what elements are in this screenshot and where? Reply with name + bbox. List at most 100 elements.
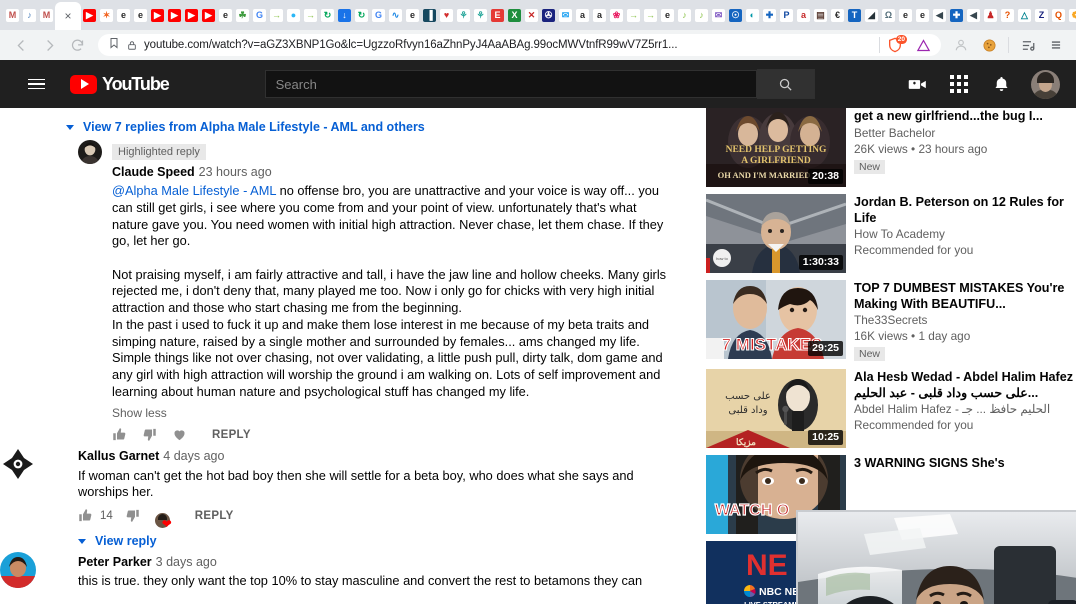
tab-person[interactable]: ♟: [982, 3, 999, 27]
playlist-icon[interactable]: [1016, 33, 1040, 57]
sidebar-video-jordan-peterson[interactable]: how to 1:30:33 Jordan B. Peterson on 12 Ru…: [706, 194, 1076, 280]
show-less-button[interactable]: Show less: [112, 406, 676, 420]
hamburger-menu-icon[interactable]: [16, 64, 56, 104]
tab-teal1[interactable]: ⚘: [455, 3, 472, 27]
tab-plus[interactable]: ✚: [761, 3, 778, 27]
thumbs-down-icon[interactable]: [142, 427, 172, 442]
video-channel-name[interactable]: Better Bachelor: [854, 125, 1076, 141]
commenter-avatar[interactable]: [0, 552, 36, 589]
forward-arrow-icon[interactable]: [36, 32, 62, 58]
tab-e2[interactable]: e: [132, 3, 149, 27]
comment-author[interactable]: Kallus Garnet: [78, 449, 159, 463]
tab-green[interactable]: ☘: [234, 3, 251, 27]
commenter-avatar[interactable]: [0, 446, 36, 483]
tab-arrow1[interactable]: →: [268, 3, 285, 27]
tab-arrow2[interactable]: →: [302, 3, 319, 27]
tab-blue2[interactable]: ☉: [727, 3, 744, 27]
sidebar-video-better-bachelor[interactable]: NEED HELP GETTING A GIRLFRIEND OH AND I'M …: [706, 108, 1076, 194]
tab-yt2[interactable]: ▶: [149, 3, 166, 27]
tab-music[interactable]: ♪: [21, 3, 38, 27]
sidebar-video-abdel-halim-hafez[interactable]: على حسب وداد قلبى مزيكا 10:25 Ala Hesb Wedad…: [706, 369, 1076, 455]
tab-a1[interactable]: a: [574, 3, 591, 27]
tab-note1[interactable]: ♪: [676, 3, 693, 27]
extension-cookie-icon[interactable]: [977, 33, 1001, 57]
commenter-avatar[interactable]: [78, 140, 102, 164]
tab-z[interactable]: Z: [1033, 3, 1050, 27]
tab-wave[interactable]: ∿: [387, 3, 404, 27]
reload-icon[interactable]: [64, 32, 90, 58]
tab-euro[interactable]: €: [829, 3, 846, 27]
tab-close-icon[interactable]: ×: [64, 10, 71, 22]
tab-yt3[interactable]: ▶: [166, 3, 183, 27]
tab-red1[interactable]: ♥: [438, 3, 455, 27]
tab-chart[interactable]: ▐: [421, 3, 438, 27]
video-thumbnail[interactable]: على حسب وداد قلبى مزيكا 10:25: [706, 369, 846, 448]
view-reply-link[interactable]: View reply: [78, 534, 676, 548]
address-bar[interactable]: youtube.com/watch?v=aGZ3XBNP1Go&lc=Ugzzo…: [98, 34, 941, 56]
tab-circ[interactable]: ◐: [744, 3, 761, 27]
tab-orange[interactable]: ✶: [98, 3, 115, 27]
view-replies-link[interactable]: View 7 replies from Alpha Male Lifestyle…: [0, 118, 706, 136]
tab-ar1[interactable]: →: [625, 3, 642, 27]
tab-m2[interactable]: M: [38, 3, 55, 27]
tab-redsq[interactable]: E: [489, 3, 506, 27]
video-title[interactable]: get a new girlfriend...the bug I...: [854, 109, 1076, 125]
heart-icon[interactable]: [172, 427, 202, 442]
thumbs-up-icon[interactable]: [112, 427, 142, 442]
tab-yt1[interactable]: ▶: [81, 3, 98, 27]
comment-mention-link[interactable]: @Alpha Male Lifestyle - AML: [112, 183, 276, 198]
brave-shields-icon[interactable]: 20: [887, 35, 907, 53]
tab-m1[interactable]: M: [4, 3, 21, 27]
video-thumbnail[interactable]: how to 1:30:33: [706, 194, 846, 273]
tab-navy[interactable]: ✇: [540, 3, 557, 27]
tab-cycle1[interactable]: ↻: [319, 3, 336, 27]
tab-drop[interactable]: ●: [285, 3, 302, 27]
youtube-logo[interactable]: YouTube: [70, 74, 170, 95]
tab-p[interactable]: P: [778, 3, 795, 27]
video-title[interactable]: Ala Hesb Wedad - Abdel Halim Hafez على ح…: [854, 370, 1076, 401]
search-button[interactable]: [756, 69, 815, 99]
thumbs-down-icon[interactable]: [125, 508, 155, 523]
comment-timestamp[interactable]: 4 days ago: [163, 449, 224, 463]
tab-yt5[interactable]: ▶: [200, 3, 217, 27]
back-arrow-icon[interactable]: [8, 32, 34, 58]
comment-author[interactable]: Claude Speed: [112, 165, 195, 179]
tab-q2[interactable]: ?: [999, 3, 1016, 27]
tab-yt4[interactable]: ▶: [183, 3, 200, 27]
tab-e6[interactable]: e: [897, 3, 914, 27]
tab-q1[interactable]: ✉: [710, 3, 727, 27]
tab-leaf1[interactable]: ❀: [608, 3, 625, 27]
tab-note2[interactable]: ♪: [693, 3, 710, 27]
tab-cycle2[interactable]: ↻: [353, 3, 370, 27]
account-avatar[interactable]: [1031, 69, 1060, 99]
profile-icon[interactable]: [949, 33, 973, 57]
create-video-icon[interactable]: [905, 72, 929, 96]
tab-e5[interactable]: e: [659, 3, 676, 27]
tab-dk2[interactable]: ◀: [965, 3, 982, 27]
tab-twitter[interactable]: ✉: [557, 3, 574, 27]
video-title[interactable]: TOP 7 DUMBEST MISTAKES You're Making Wit…: [854, 281, 1076, 312]
bookmark-icon[interactable]: [108, 36, 120, 54]
tab-greensq[interactable]: X: [506, 3, 523, 27]
video-thumbnail[interactable]: 7 MISTAKES 29:25: [706, 280, 846, 359]
tab-e4[interactable]: e: [404, 3, 421, 27]
comment-timestamp[interactable]: 23 hours ago: [199, 165, 272, 179]
tab-blue1[interactable]: ↓: [336, 3, 353, 27]
tab-doc[interactable]: ▤: [812, 3, 829, 27]
reply-button[interactable]: REPLY: [195, 510, 234, 522]
tab-ared[interactable]: a: [795, 3, 812, 27]
video-channel-name[interactable]: The33Secrets: [854, 312, 1076, 328]
tab-dk[interactable]: ◀: [931, 3, 948, 27]
video-title[interactable]: 3 WARNING SIGNS She's: [854, 456, 1076, 472]
tab-qq[interactable]: Q: [1050, 3, 1067, 27]
video-channel-name[interactable]: How To Academy: [854, 226, 1076, 242]
tab-e3[interactable]: e: [217, 3, 234, 27]
tab-teal2[interactable]: ⚘: [472, 3, 489, 27]
tab-omega[interactable]: Ω: [880, 3, 897, 27]
tab-a2[interactable]: a: [591, 3, 608, 27]
comment-timestamp[interactable]: 3 days ago: [156, 555, 217, 569]
apps-grid-icon[interactable]: [947, 72, 971, 96]
tab-tri[interactable]: ◢: [863, 3, 880, 27]
search-input[interactable]: [264, 70, 757, 98]
tab-shield[interactable]: △: [1016, 3, 1033, 27]
